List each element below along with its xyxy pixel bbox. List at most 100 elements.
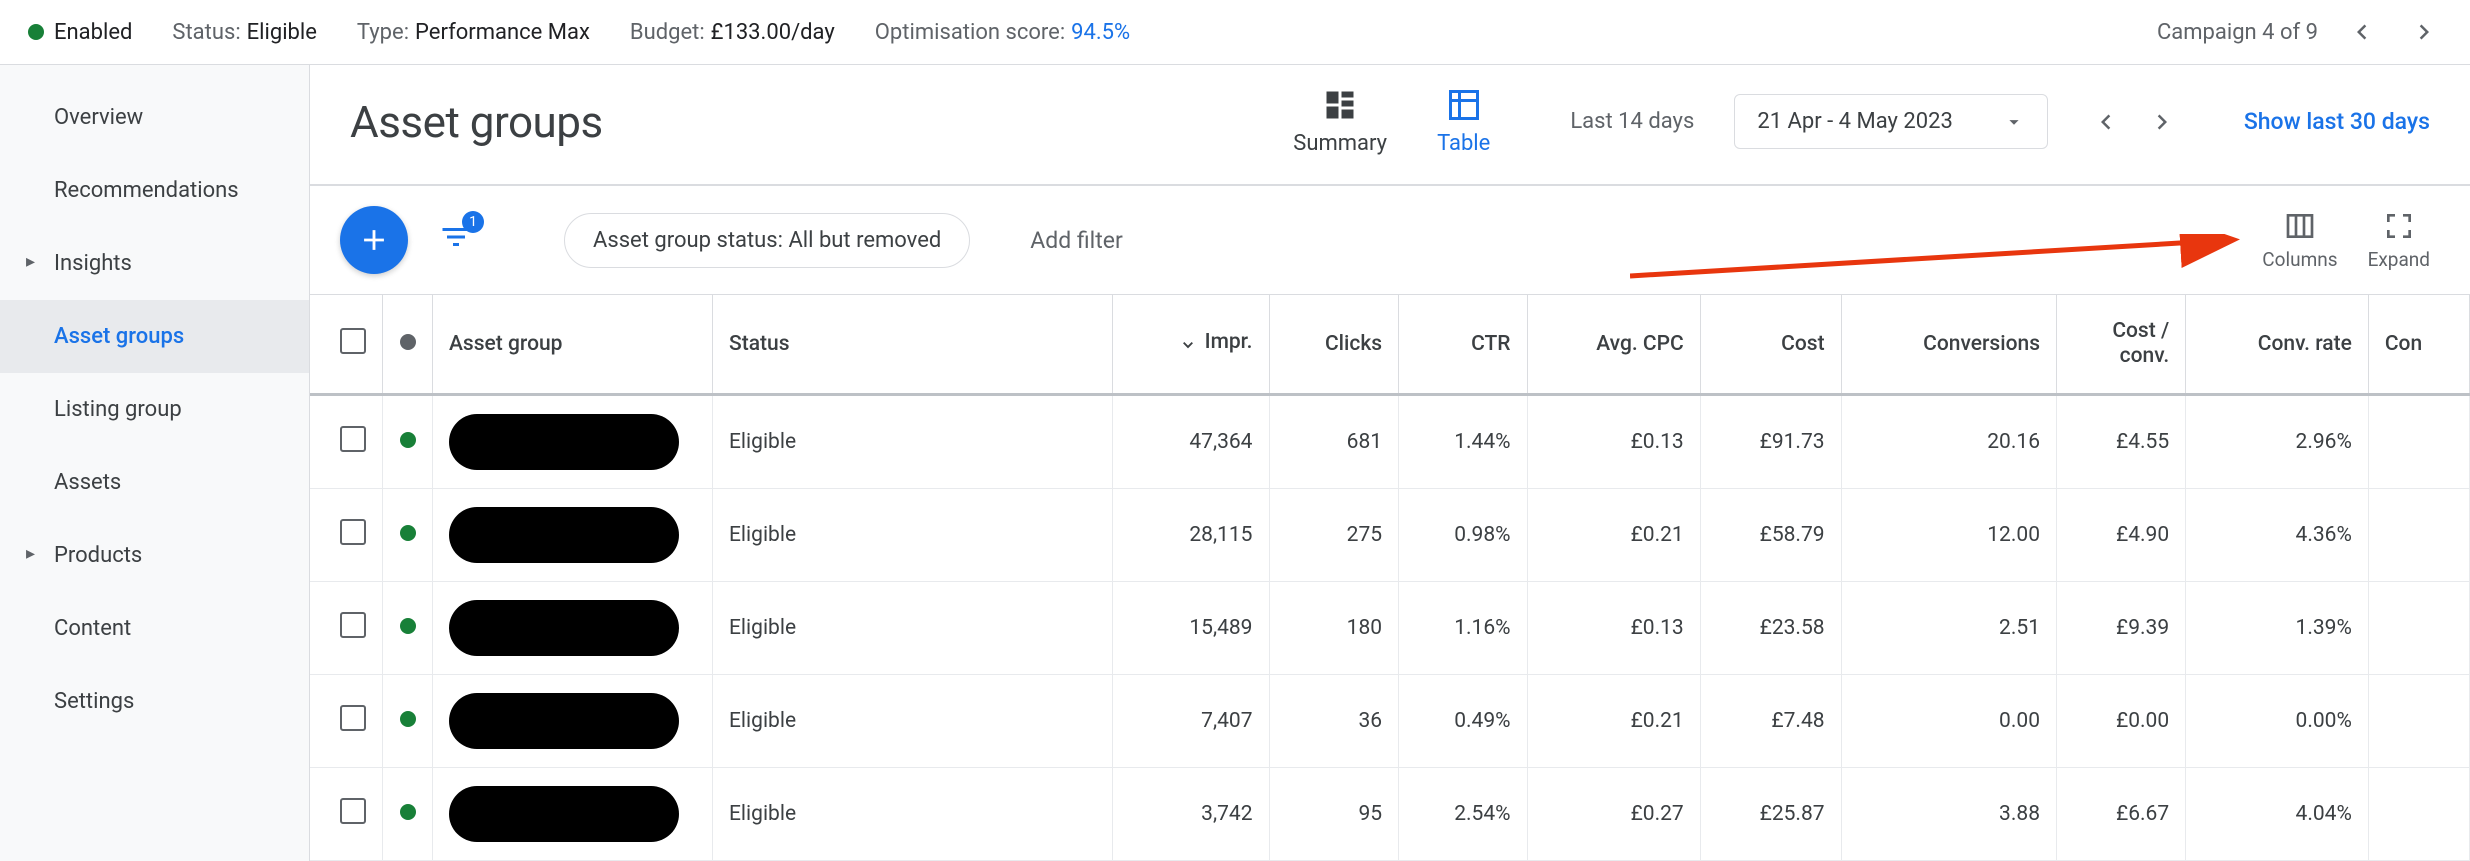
cell-clicks: 180 [1269,582,1399,675]
cell-conv-rate: 0.00% [2186,675,2369,768]
columns-icon [2284,210,2316,242]
row-select-cell [310,582,383,675]
cell-asset-group[interactable] [433,768,713,861]
date-nav [2088,104,2180,140]
sidebar-item-label: Asset groups [54,324,184,349]
row-checkbox[interactable] [340,519,366,545]
row-select-cell [310,768,383,861]
sidebar-item-label: Assets [54,470,121,495]
cell-clicks: 95 [1269,768,1399,861]
sidebar-item-overview[interactable]: Overview [0,81,309,154]
row-status-dot-cell [383,582,433,675]
cell-asset-group[interactable] [433,489,713,582]
enabled-dot-icon [400,804,416,820]
col-cost[interactable]: Cost [1700,295,1841,395]
add-asset-group-button[interactable] [340,206,408,274]
col-impr[interactable]: Impr. [1113,295,1270,395]
cell-avg-cpc: £0.21 [1527,489,1700,582]
chevron-right-icon [2409,17,2439,47]
optimisation-score-field[interactable]: Optimisation score: 94.5% [875,20,1130,45]
enabled-dot-icon [400,618,416,634]
cell-cost-per-conv: £6.67 [2057,768,2186,861]
sidebar-item-assets[interactable]: Assets [0,446,309,519]
status-dot-header [383,295,433,395]
row-status-dot-cell [383,675,433,768]
sidebar-item-recommendations[interactable]: Recommendations [0,154,309,227]
col-partial[interactable]: Con [2368,295,2469,395]
col-clicks[interactable]: Clicks [1269,295,1399,395]
cell-asset-group[interactable] [433,582,713,675]
sidebar-item-label: Recommendations [54,178,239,203]
cell-asset-group[interactable] [433,395,713,489]
asset-groups-table: Asset group Status Impr. Clicks CTR Avg.… [310,294,2470,861]
table-icon [1446,87,1482,123]
cell-cost: £91.73 [1700,395,1841,489]
cell-ctr: 2.54% [1399,768,1527,861]
plus-icon [357,223,391,257]
sidebar-item-asset-groups[interactable]: Asset groups [0,300,309,373]
table-row: Eligible 47,364 681 1.44% £0.13 £91.73 2… [310,395,2470,489]
select-all-header [310,295,383,395]
filter-chip-status[interactable]: Asset group status: All but removed [564,213,970,268]
sidebar-item-label: Content [54,616,131,641]
filter-button[interactable]: 1 [438,219,474,261]
sidebar-item-insights[interactable]: Insights [0,227,309,300]
columns-button[interactable]: Columns [2262,210,2337,271]
sidebar-item-settings[interactable]: Settings [0,665,309,738]
chevron-left-icon [2347,17,2377,47]
expand-button[interactable]: Expand [2368,210,2430,271]
next-period-button[interactable] [2144,104,2180,140]
cell-impr: 3,742 [1113,768,1270,861]
col-conv-rate[interactable]: Conv. rate [2186,295,2369,395]
cell-impr: 15,489 [1113,582,1270,675]
opt-value: 94.5% [1071,20,1130,45]
table-row: Eligible 7,407 36 0.49% £0.21 £7.48 0.00… [310,675,2470,768]
table-row: Eligible 3,742 95 2.54% £0.27 £25.87 3.8… [310,768,2470,861]
content-header: Asset groups Summary Table Last 14 days … [310,65,2470,156]
row-checkbox[interactable] [340,426,366,452]
prev-campaign-button[interactable] [2344,14,2380,50]
tab-table[interactable]: Table [1437,87,1490,156]
row-checkbox[interactable] [340,798,366,824]
campaign-status[interactable]: Enabled [28,20,132,45]
sidebar-item-content[interactable]: Content [0,592,309,665]
cell-ctr: 0.98% [1399,489,1527,582]
cell-avg-cpc: £0.13 [1527,395,1700,489]
col-ctr[interactable]: CTR [1399,295,1527,395]
sidebar-item-label: Settings [54,689,134,714]
col-status[interactable]: Status [713,295,1113,395]
budget-field[interactable]: Budget: £133.00/day [630,20,835,45]
cell-partial [2368,675,2469,768]
next-campaign-button[interactable] [2406,14,2442,50]
sidebar-item-listing-group[interactable]: Listing group [0,373,309,446]
cell-avg-cpc: £0.13 [1527,582,1700,675]
row-checkbox[interactable] [340,612,366,638]
type-field: Type: Performance Max [357,20,590,45]
status-field: Status: Eligible [172,20,317,45]
sidebar-item-label: Insights [54,251,132,276]
dropdown-icon [2003,111,2025,133]
cell-partial [2368,489,2469,582]
cell-avg-cpc: £0.27 [1527,768,1700,861]
row-checkbox[interactable] [340,705,366,731]
col-asset-group[interactable]: Asset group [433,295,713,395]
cell-asset-group[interactable] [433,675,713,768]
cell-cost: £58.79 [1700,489,1841,582]
cell-status: Eligible [713,582,1113,675]
col-avg-cpc[interactable]: Avg. CPC [1527,295,1700,395]
sidebar-item-products[interactable]: Products [0,519,309,592]
col-conversions[interactable]: Conversions [1841,295,2056,395]
cell-conv-rate: 4.36% [2186,489,2369,582]
redacted-name [449,786,679,842]
toolbar: 1 Asset group status: All but removed Ad… [310,186,2470,294]
add-filter-button[interactable]: Add filter [1030,227,2232,254]
sidebar-item-label: Listing group [54,397,182,422]
tab-summary[interactable]: Summary [1293,87,1387,156]
select-all-checkbox[interactable] [340,328,366,354]
date-range-value: 21 Apr - 4 May 2023 [1757,109,1953,134]
date-range-picker[interactable]: 21 Apr - 4 May 2023 [1734,94,2048,149]
col-cost-per-conv[interactable]: Cost / conv. [2057,295,2186,395]
prev-period-button[interactable] [2088,104,2124,140]
page-title: Asset groups [350,96,603,148]
show-last-30-days-link[interactable]: Show last 30 days [2244,108,2430,135]
